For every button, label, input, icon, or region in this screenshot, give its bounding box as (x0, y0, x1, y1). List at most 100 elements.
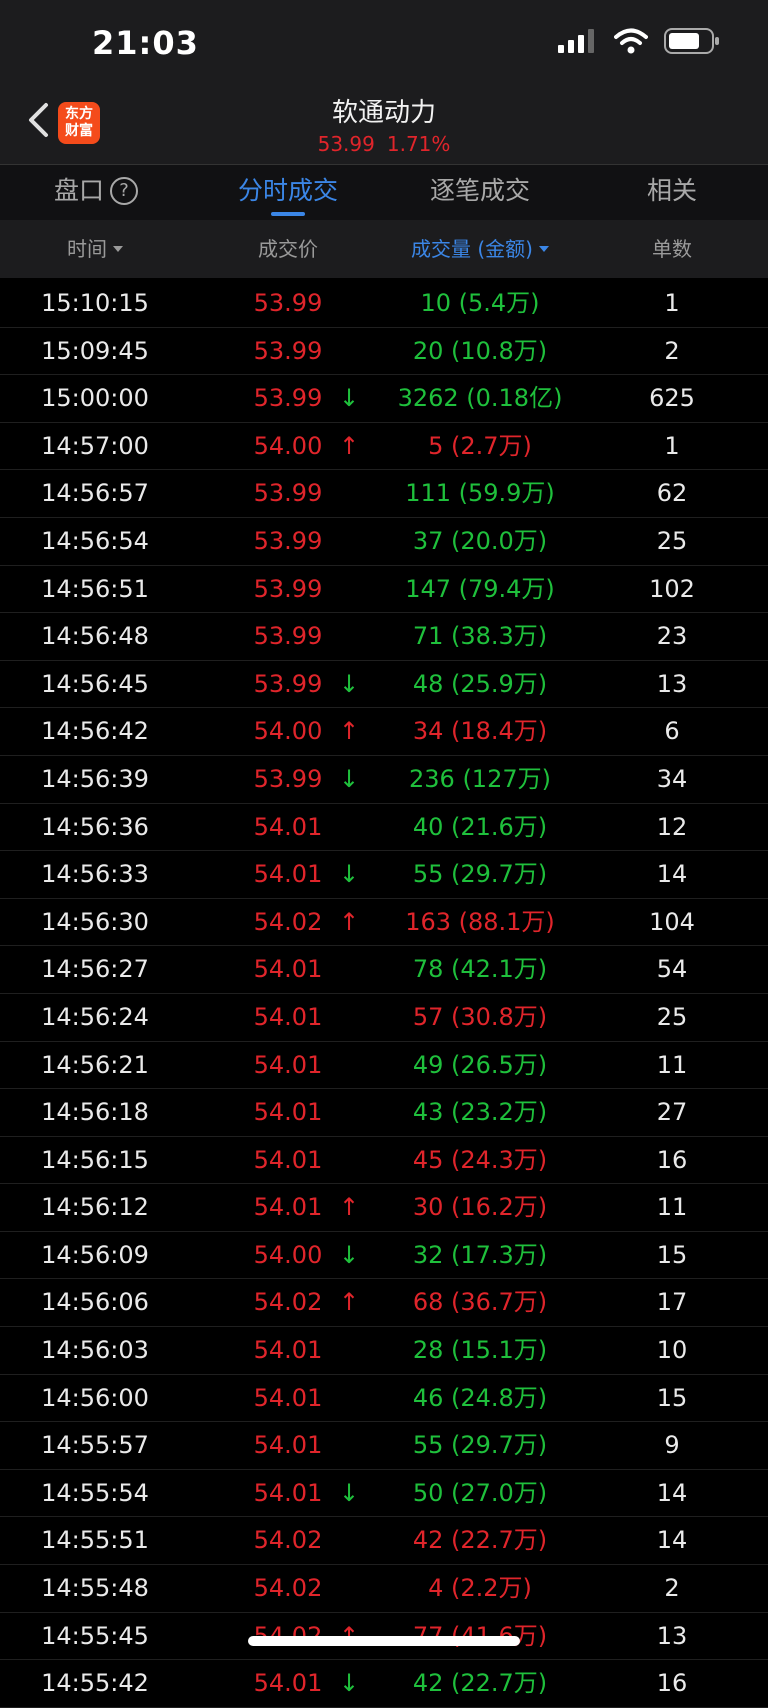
tab-time-trades[interactable]: 分时成交 (192, 165, 384, 220)
trade-count: 12 (656, 812, 688, 841)
column-label: 成交量 (金额) (411, 237, 533, 261)
trade-time: 14:56:03 (41, 1336, 149, 1365)
status-time: 21:03 (92, 24, 199, 62)
trade-time: 14:56:36 (41, 812, 149, 841)
trade-count: 6 (664, 717, 680, 746)
trade-count: 13 (656, 1621, 688, 1650)
trade-count: 16 (656, 1145, 688, 1174)
trade-time: 14:56:39 (41, 764, 149, 793)
trade-count: 9 (664, 1431, 680, 1460)
trade-time: 14:55:48 (41, 1574, 149, 1603)
arrow-up-icon: ↑ (338, 717, 360, 746)
trade-count: 34 (656, 764, 688, 793)
arrow-up-icon: ↑ (338, 1193, 360, 1222)
table-row: 15:00:00 53.99 ↓ 3262 (0.18亿) 625 (0, 375, 768, 423)
trade-price: 53.99 (253, 526, 323, 555)
trade-volume: 45 (24.3万) (412, 1145, 548, 1174)
trade-volume: 48 (25.9万) (412, 669, 548, 698)
table-row: 14:56:57 53.99 111 (59.9万) 62 (0, 470, 768, 518)
trade-volume: 30 (16.2万) (412, 1193, 548, 1222)
trade-count: 27 (656, 1098, 688, 1127)
tab-related[interactable]: 相关 (576, 165, 768, 220)
wifi-icon (614, 28, 648, 58)
trade-count: 10 (656, 1336, 688, 1365)
trade-time: 14:56:15 (41, 1145, 149, 1174)
tab-order-book[interactable]: 盘口? (0, 165, 192, 220)
trade-price: 54.01 (253, 1050, 323, 1079)
trade-time: 14:56:21 (41, 1050, 149, 1079)
table-row: 14:56:33 54.01 ↓ 55 (29.7万) 14 (0, 851, 768, 899)
trade-volume: 55 (29.7万) (412, 1431, 548, 1460)
table-row: 14:56:54 53.99 37 (20.0万) 25 (0, 518, 768, 566)
trade-volume: 37 (20.0万) (412, 526, 548, 555)
arrow-down-icon: ↓ (338, 1669, 360, 1698)
table-row: 14:56:12 54.01 ↑ 30 (16.2万) 11 (0, 1184, 768, 1232)
help-icon[interactable]: ? (110, 177, 138, 205)
table-row: 14:56:03 54.01 28 (15.1万) 10 (0, 1327, 768, 1375)
trade-count: 15 (656, 1240, 688, 1269)
table-row: 14:57:00 54.00 ↑ 5 (2.7万) 1 (0, 423, 768, 471)
stock-quote: 53.99 1.71% (0, 132, 768, 156)
trade-count: 2 (664, 336, 680, 365)
tab-label: 相关 (646, 176, 697, 205)
trade-time: 14:56:33 (41, 860, 149, 889)
trade-volume: 32 (17.3万) (412, 1240, 548, 1269)
table-row: 14:55:54 54.01 ↓ 50 (27.0万) 14 (0, 1470, 768, 1518)
trade-time: 14:56:57 (41, 479, 149, 508)
trade-list[interactable]: 15:10:15 53.99 10 (5.4万) 1 15:09:45 53.99 20 (… (0, 280, 768, 1708)
trade-count: 1 (664, 431, 680, 460)
trade-volume: 55 (29.7万) (412, 860, 548, 889)
trade-count: 11 (656, 1050, 688, 1079)
trade-time: 14:56:30 (41, 907, 149, 936)
trade-volume: 68 (36.7万) (412, 1288, 548, 1317)
trade-time: 14:56:09 (41, 1240, 149, 1269)
stock-change-pct: 1.71% (386, 132, 451, 156)
arrow-down-icon: ↓ (338, 860, 360, 889)
arrow-down-icon: ↓ (338, 1478, 360, 1507)
trade-count: 13 (656, 669, 688, 698)
arrow-down-icon: ↓ (338, 1240, 360, 1269)
column-header-time[interactable]: 时间 (0, 220, 190, 278)
trade-price: 54.01 (253, 1145, 323, 1174)
trade-price: 54.01 (253, 1098, 323, 1127)
tab-tick-trades[interactable]: 逐笔成交 (384, 165, 576, 220)
trade-count: 16 (656, 1669, 688, 1698)
column-header-volume[interactable]: 成交量 (金额) (364, 220, 596, 278)
arrow-up-icon: ↑ (338, 1288, 360, 1317)
table-row: 14:56:24 54.01 57 (30.8万) 25 (0, 994, 768, 1042)
trade-price: 54.01 (253, 1002, 323, 1031)
trade-price: 54.02 (253, 1574, 323, 1603)
trade-volume: 78 (42.1万) (412, 955, 548, 984)
trade-time: 14:56:51 (41, 574, 149, 603)
trade-count: 102 (649, 574, 695, 603)
column-header-price: 成交价 (258, 237, 318, 261)
table-row: 14:56:18 54.01 43 (23.2万) 27 (0, 1089, 768, 1137)
trade-volume: 49 (26.5万) (412, 1050, 548, 1079)
trade-price: 53.99 (253, 622, 323, 651)
arrow-down-icon: ↓ (338, 384, 360, 413)
table-row: 14:56:30 54.02 ↑ 163 (88.1万) 104 (0, 899, 768, 947)
trade-volume: 46 (24.8万) (412, 1383, 548, 1412)
column-header-count: 单数 (652, 237, 692, 261)
trade-time: 14:55:42 (41, 1669, 149, 1698)
trade-volume: 34 (18.4万) (412, 717, 548, 746)
trade-count: 25 (656, 526, 688, 555)
trade-time: 14:56:42 (41, 717, 149, 746)
trade-volume: 5 (2.7万) (428, 431, 532, 460)
trade-volume: 50 (27.0万) (412, 1478, 548, 1507)
trade-time: 14:56:12 (41, 1193, 149, 1222)
trade-price: 53.99 (253, 289, 323, 317)
arrow-down-icon: ↓ (338, 669, 360, 698)
trade-time: 15:10:15 (41, 289, 149, 317)
table-row: 14:56:27 54.01 78 (42.1万) 54 (0, 946, 768, 994)
tab-label: 逐笔成交 (429, 176, 530, 205)
stock-header: 东方 财富 软通动力 53.99 1.71% (0, 80, 768, 165)
trade-price: 54.01 (253, 1336, 323, 1365)
trade-time: 14:56:27 (41, 955, 149, 984)
trade-count: 1 (664, 289, 680, 317)
trade-volume: 4 (2.2万) (428, 1574, 532, 1603)
trade-time: 14:56:18 (41, 1098, 149, 1127)
trade-volume: 40 (21.6万) (412, 812, 548, 841)
trade-volume: 28 (15.1万) (412, 1336, 548, 1365)
trade-count: 23 (656, 622, 688, 651)
